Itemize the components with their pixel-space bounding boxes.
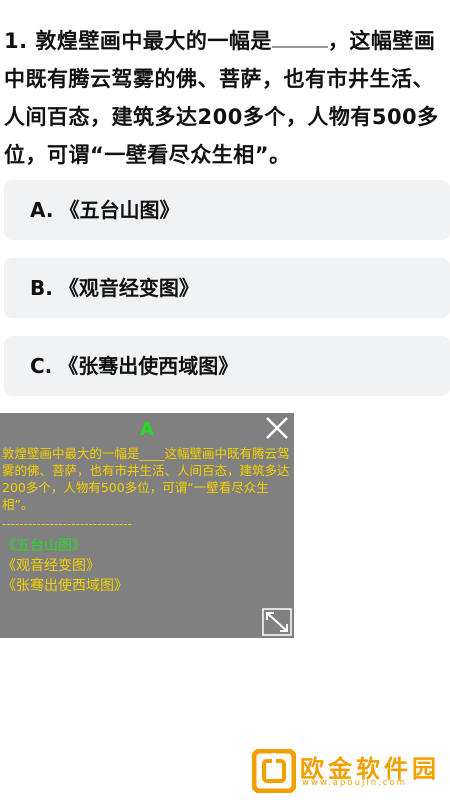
question-text-before: 敦煌壁画中最大的一幅是	[35, 29, 272, 53]
brand-logo-icon	[252, 749, 296, 793]
overlay-option-correct: 《五台山图》	[2, 538, 86, 554]
option-label: 《观音经变图》	[58, 276, 199, 300]
overlay-option: 《观音经变图》	[2, 558, 100, 574]
watermark-url: www.apoujin.com	[302, 778, 407, 788]
option-letter: B.	[30, 276, 53, 300]
overlay-option: 《张骞出使西域图》	[2, 578, 128, 594]
option-c[interactable]: C. 《张骞出使西域图》	[4, 336, 450, 396]
question-number: 1.	[4, 29, 28, 53]
overlay-separator: ------------------------------	[2, 517, 132, 531]
close-icon[interactable]	[262, 413, 292, 443]
answer-blank	[271, 26, 328, 48]
option-a[interactable]: A. 《五台山图》	[4, 180, 450, 240]
option-b[interactable]: B. 《观音经变图》	[4, 258, 450, 318]
option-label: 《五台山图》	[59, 198, 180, 222]
overlay-question-text: 敦煌壁画中最大的一幅是____这幅壁画中既有腾云驾雾的佛、菩萨，也有市井生活、人…	[2, 446, 290, 512]
overlay-answer: A	[140, 419, 154, 440]
question-text: 1. 敦煌壁画中最大的一幅是 ，这幅壁画中既有腾云驾雾的佛、菩萨，也有市井生活、人…	[4, 22, 446, 174]
option-letter: A.	[30, 198, 54, 222]
watermark-logo: 欧金软件园 www.apoujin.com	[250, 747, 450, 795]
option-label: 《张骞出使西域图》	[58, 354, 239, 378]
expand-icon[interactable]	[262, 608, 292, 636]
answer-overlay-panel[interactable]: A 敦煌壁画中最大的一幅是____这幅壁画中既有腾云驾雾的佛、菩萨，也有市井生活…	[0, 413, 294, 638]
option-letter: C.	[30, 354, 53, 378]
